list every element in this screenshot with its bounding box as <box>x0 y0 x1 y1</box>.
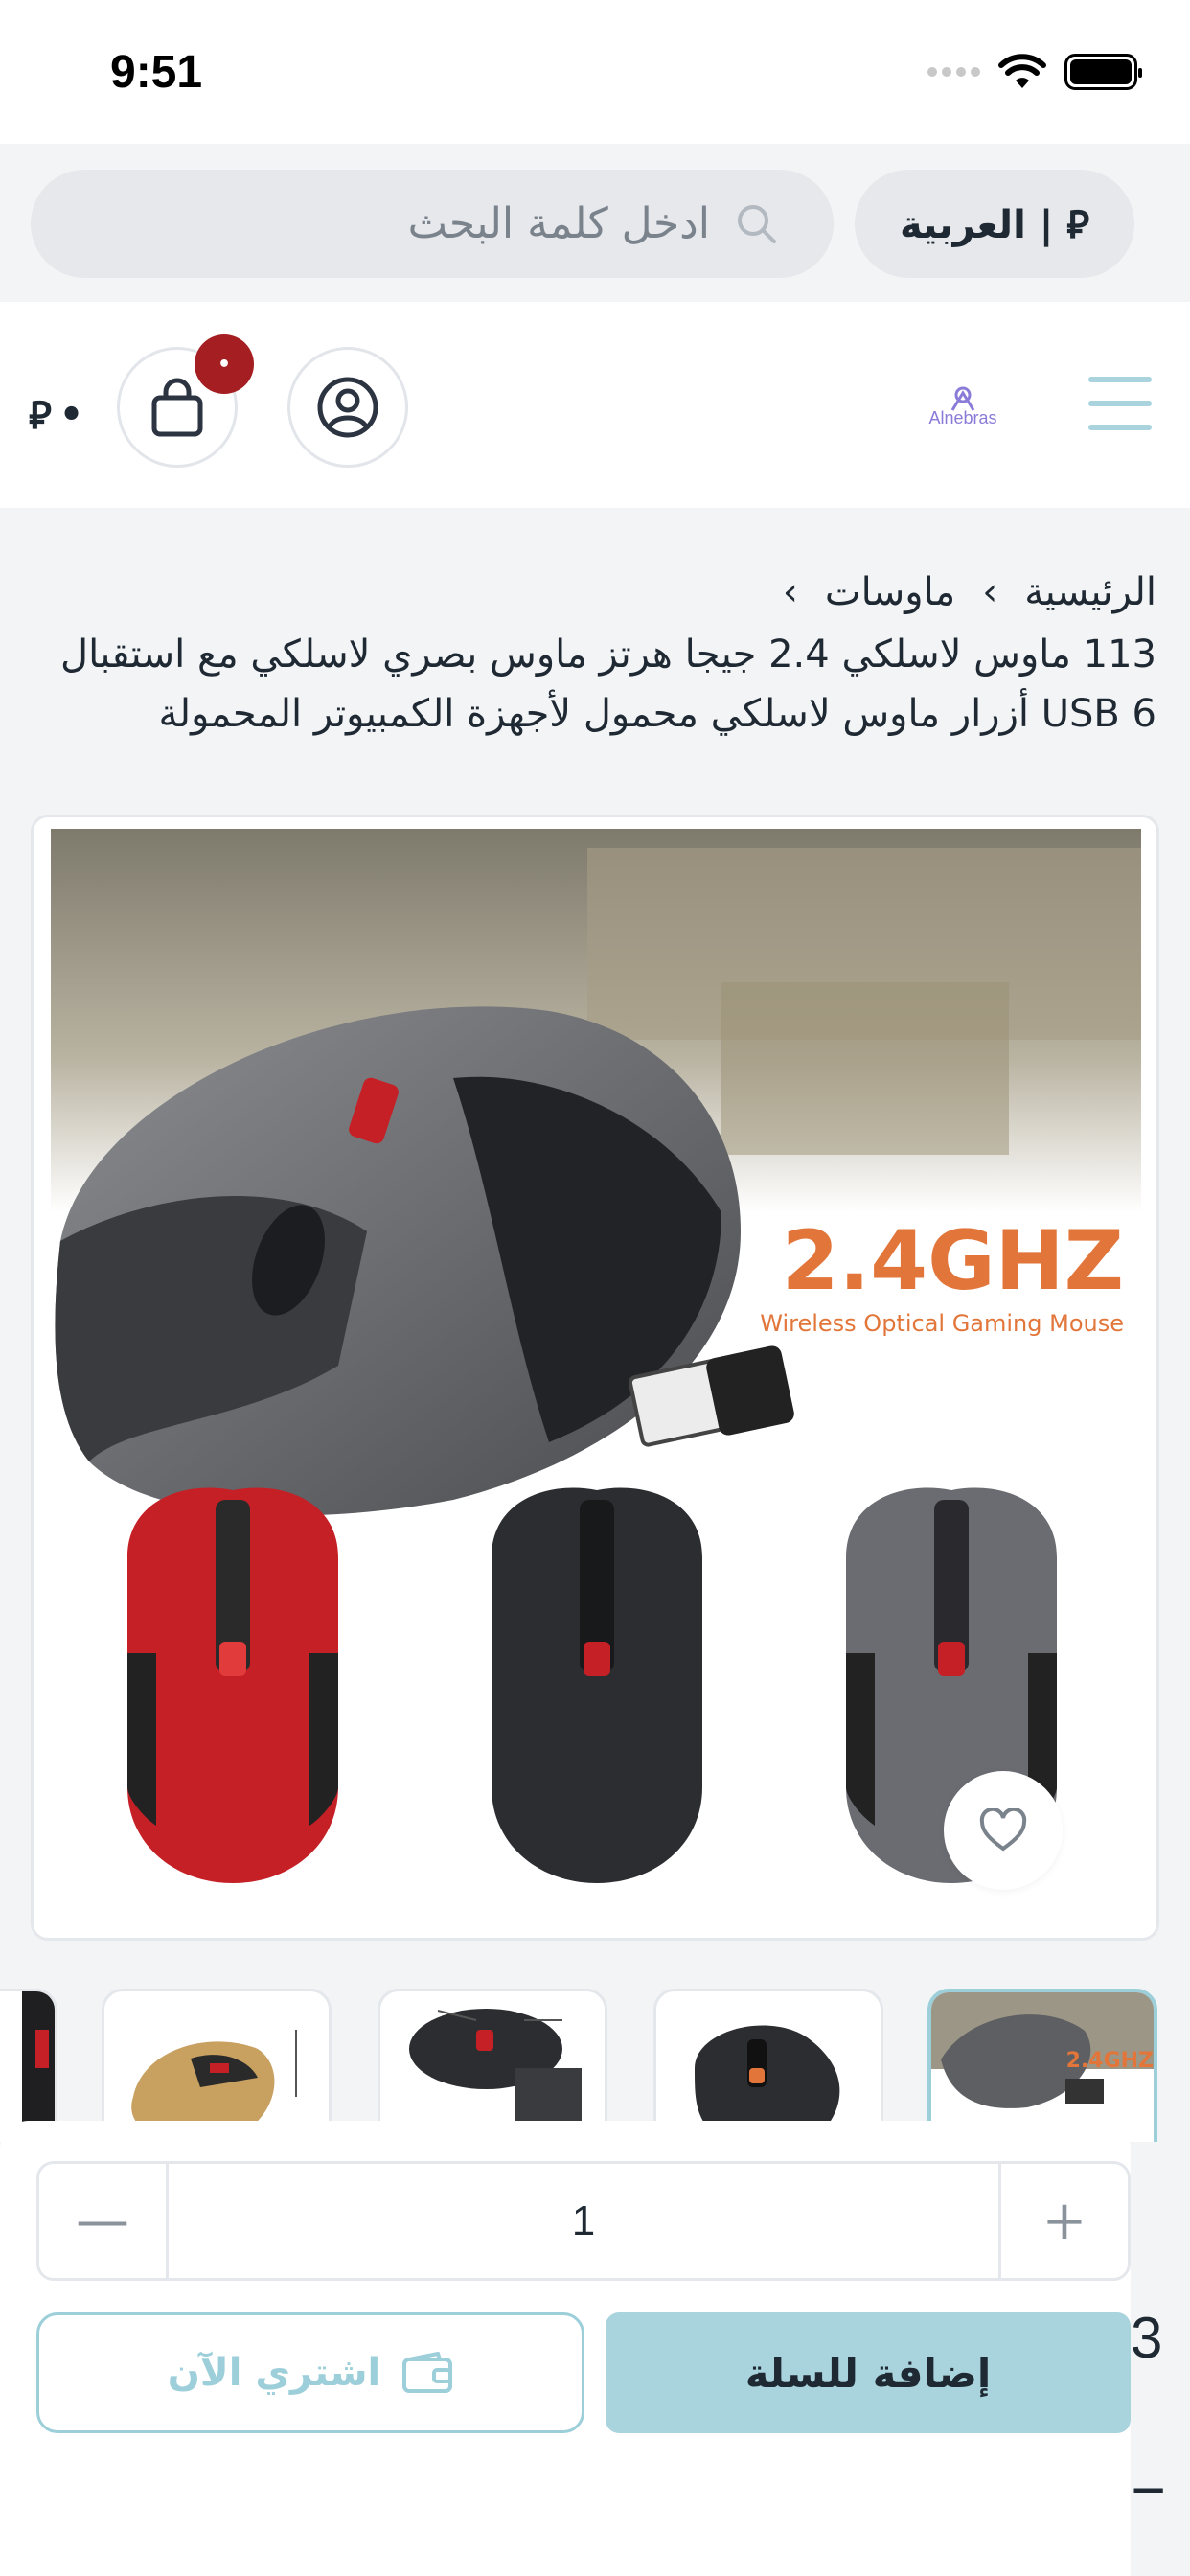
search-input[interactable]: ادخل كلمة البحث <box>31 170 834 278</box>
buy-now-button[interactable]: اشتري الآن <box>36 2312 584 2433</box>
thumbnail-headline: 2.4GHZ <box>1066 2049 1154 2073</box>
thumbnail-strip: 2.4GHZ <box>0 1989 1190 2142</box>
cart-button[interactable]: • <box>117 334 254 468</box>
thumbnail-1[interactable]: 2.4GHZ <box>927 1989 1157 2142</box>
cart-total-value: • <box>58 393 84 437</box>
breadcrumb-separator: › <box>982 570 998 614</box>
thumbnail-image: 2.4GHZ <box>931 1992 1154 2108</box>
add-to-cart-label: إضافة للسلة <box>744 2349 992 2397</box>
search-placeholder: ادخل كلمة البحث <box>407 199 710 248</box>
logo-icon <box>950 386 975 411</box>
clipped-text: ــ <box>1134 2449 1163 2504</box>
black-mouse-variant <box>492 1487 702 1883</box>
thumbnail-2[interactable] <box>653 1989 883 2142</box>
status-time: 9:51 <box>110 47 203 98</box>
add-to-cart-button[interactable]: إضافة للسلة <box>606 2312 1131 2433</box>
battery-icon <box>1064 54 1142 90</box>
signal-icon <box>927 67 980 77</box>
status-icons <box>927 54 1142 90</box>
cart-total: ⃁ • <box>29 390 83 440</box>
thumbnail-4[interactable] <box>102 1989 332 2142</box>
heart-icon <box>979 1808 1027 1852</box>
favorite-button[interactable] <box>944 1771 1063 1890</box>
currency-symbol: ⃁ <box>29 394 52 438</box>
account-button[interactable] <box>287 347 408 468</box>
image-subtitle: Wireless Optical Gaming Mouse <box>760 1310 1124 1337</box>
wifi-icon <box>998 54 1046 88</box>
image-headline: 2.4GHZ <box>782 1213 1124 1309</box>
breadcrumb-category[interactable]: ماوسات <box>825 570 955 614</box>
thumbnail-3[interactable] <box>378 1989 607 2142</box>
decrease-quantity-button[interactable]: — <box>39 2164 169 2278</box>
product-title: 113 ماوس لاسلكي 2.4 جيجا هرتز ماوس بصري … <box>60 632 1156 736</box>
quantity-value[interactable]: 1 <box>169 2164 998 2278</box>
clipped-text: 3 <box>1131 2306 1163 2370</box>
red-mouse-variant <box>127 1487 338 1883</box>
quantity-stepper: — 1 + <box>36 2161 1131 2281</box>
breadcrumb-home[interactable]: الرئيسية <box>1024 570 1156 614</box>
menu-icon[interactable] <box>1088 377 1152 430</box>
thumbnail-image <box>409 2009 582 2126</box>
thumbnail-image <box>131 2030 297 2135</box>
language-currency-label: العربية | ⃁ <box>899 202 1090 247</box>
top-search-band: العربية | ⃁ ادخل كلمة البحث <box>0 144 1190 302</box>
user-icon <box>317 377 378 438</box>
product-page: 9:51 العربية | ⃁ ادخل كلمة البحث <box>0 0 1190 2576</box>
status-bar: 9:51 <box>0 0 1190 144</box>
thumbnail-image <box>22 1991 55 2142</box>
minus-icon: — <box>76 2190 129 2252</box>
language-currency-button[interactable]: العربية | ⃁ <box>855 170 1134 278</box>
cart-count-badge: • <box>195 334 254 394</box>
wallet-icon <box>402 2352 453 2393</box>
purchase-sheet: — 1 + اشتري الآن إضافة للسلة <box>0 2121 1131 2576</box>
breadcrumb: الرئيسية › ماوسات › <box>783 570 1156 614</box>
increase-quantity-button[interactable]: + <box>998 2164 1128 2278</box>
shopping-bag-icon <box>151 378 203 437</box>
plus-icon: + <box>1041 2190 1087 2252</box>
product-main-image: 2.4GHZ Wireless Optical Gaming Mouse <box>51 829 1141 1931</box>
buy-now-label: اشتري الآن <box>167 2351 381 2395</box>
logo[interactable]: Alnebras <box>920 383 1006 441</box>
thumbnail-5[interactable] <box>0 1989 57 2142</box>
thumbnail-image <box>695 2025 840 2135</box>
breadcrumb-separator: › <box>782 570 798 614</box>
header: Alnebras • ⃁ • <box>0 302 1190 508</box>
search-icon <box>738 204 776 243</box>
